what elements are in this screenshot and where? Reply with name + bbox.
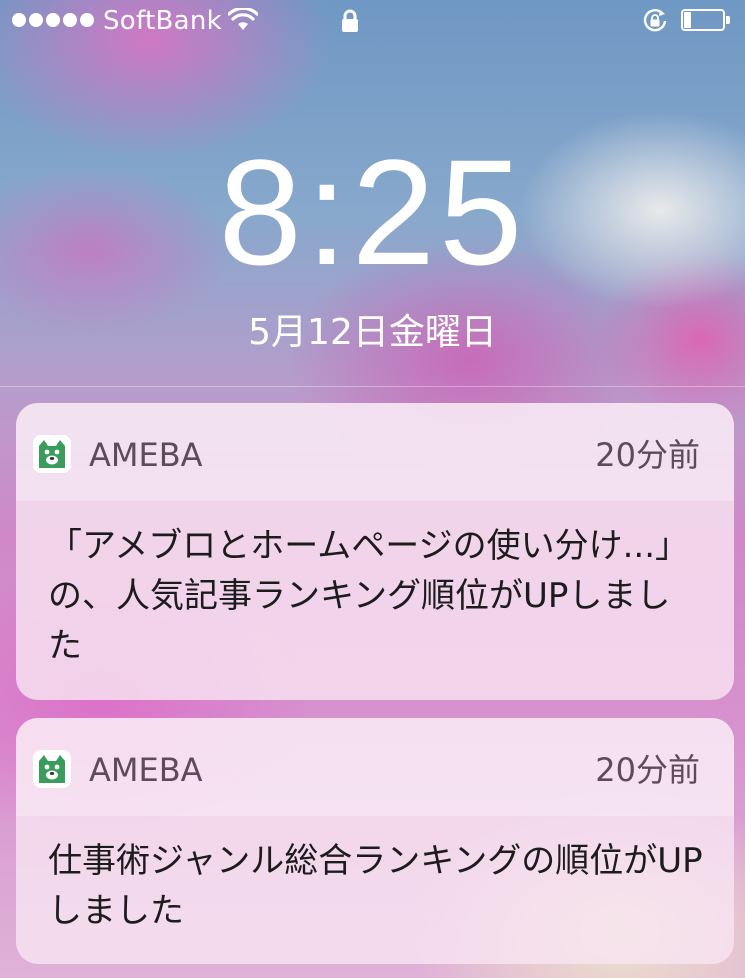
rotation-lock-icon: [643, 8, 667, 32]
battery-icon: [681, 9, 731, 33]
ameba-app-icon: [33, 750, 71, 788]
notification-card[interactable]: AMEBA 20分前 仕事術ジャンル総合ランキングの順位がUPしました: [16, 718, 734, 964]
notification-message: 「アメブロとホームページの使い分け...」の、人気記事ランキング順位がUPしまし…: [48, 526, 690, 666]
ameba-app-icon: [33, 435, 71, 473]
status-bar: SoftBank: [0, 0, 745, 42]
wifi-icon: [228, 8, 258, 30]
lock-screen-date: 5月12日金曜日: [248, 312, 497, 353]
notification-card[interactable]: AMEBA 20分前 「アメブロとホームページの使い分け...」の、人気記事ラン…: [16, 403, 734, 700]
notification-message: 仕事術ジャンル総合ランキングの順位がUPしました: [48, 841, 703, 931]
divider: [0, 386, 745, 387]
notification-time: 20分前: [595, 751, 700, 789]
notification-app-name: AMEBA: [89, 436, 203, 474]
notification-time: 20分前: [595, 436, 700, 474]
notification-header: AMEBA 20分前: [16, 403, 734, 501]
notification-app-name: AMEBA: [89, 751, 203, 789]
battery-level: [684, 12, 691, 28]
lock-screen-time: 8:25: [218, 128, 527, 296]
carrier-name: SoftBank: [103, 6, 223, 36]
signal-strength-icon: [12, 13, 94, 27]
lock-icon: [342, 9, 358, 32]
notification-header: AMEBA 20分前: [16, 718, 734, 816]
